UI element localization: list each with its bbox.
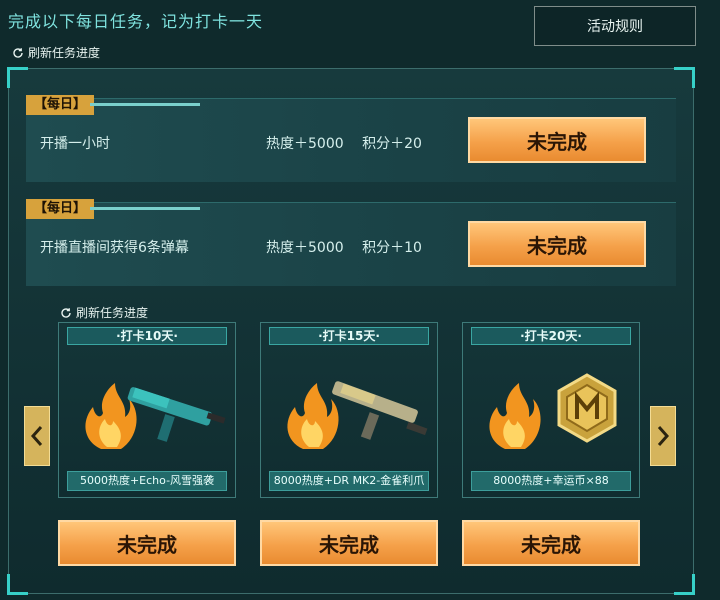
fire-icon [85,383,137,449]
reward-status-button[interactable]: 未完成 [58,520,236,566]
chevron-right-icon [657,426,670,446]
daily-task-card: 【每日】 开播一小时 热度＋5000 积分＋20 未完成 [26,95,676,182]
frame-corner [674,67,695,88]
rifle-icon [127,387,226,442]
points-reward: 积分＋20 [362,136,422,152]
reward-title: ·打卡15天· [269,327,429,345]
rifle-icon [332,381,428,440]
heat-reward: 热度＋5000 [266,240,344,256]
fire-icon [489,383,541,449]
reward-image [85,383,226,449]
frame-corner [7,67,28,88]
daily-tag: 【每日】 [26,199,95,219]
reward-description: 5000热度+Echo-风雪强袭 [67,471,227,491]
refresh-label: 刷新任务进度 [76,306,149,320]
chevron-left-icon [30,426,43,446]
daily-tag: 【每日】 [26,95,95,115]
reward-title: ·打卡10天· [67,327,227,345]
task-status-button[interactable]: 未完成 [468,221,646,267]
refresh-progress-button[interactable]: 刷新任务进度 [12,44,100,61]
next-arrow-button[interactable] [650,406,676,466]
points-reward: 积分＋10 [362,240,422,256]
tag-divider [90,207,200,210]
checkin-reward-card: ·打卡10天· 5000热度+Echo-风雪强袭 [58,322,236,498]
tag-divider [90,103,200,106]
frame-corner [674,574,695,595]
reward-status-button[interactable]: 未完成 [260,520,438,566]
checkin-reward-card: ·打卡15天· 8000热度+DR MK2-金雀利爪 [260,322,438,498]
reward-status-button[interactable]: 未完成 [462,520,640,566]
refresh-label: 刷新任务进度 [28,46,101,60]
task-name: 开播一小时 [40,136,110,152]
daily-task-card: 【每日】 开播直播间获得6条弹幕 热度＋5000 积分＋10 未完成 [26,199,676,286]
frame-corner [7,574,28,595]
task-status-button[interactable]: 未完成 [468,117,646,163]
reward-image [489,373,617,449]
reward-title: ·打卡20天· [471,327,631,345]
task-reward: 热度＋5000 积分＋20 [266,133,436,153]
refresh-icon [61,307,71,318]
heat-reward: 热度＋5000 [266,136,344,152]
activity-rules-button[interactable]: 活动规则 [534,6,696,46]
fire-icon [287,383,339,449]
refresh-icon [13,47,23,58]
task-name: 开播直播间获得6条弹幕 [40,240,189,256]
task-reward: 热度＋5000 积分＋10 [266,237,436,257]
checkin-reward-card: ·打卡20天· 8000热度+幸运币×88 [462,322,640,498]
prev-arrow-button[interactable] [24,406,50,466]
reward-description: 8000热度+DR MK2-金雀利爪 [269,471,429,491]
checkin-refresh-button[interactable]: 刷新任务进度 [60,304,148,321]
reward-image [287,381,428,449]
reward-description: 8000热度+幸运币×88 [471,471,631,491]
page-title: 完成以下每日任务，记为打卡一天 [8,12,264,31]
coin-icon [557,373,617,443]
